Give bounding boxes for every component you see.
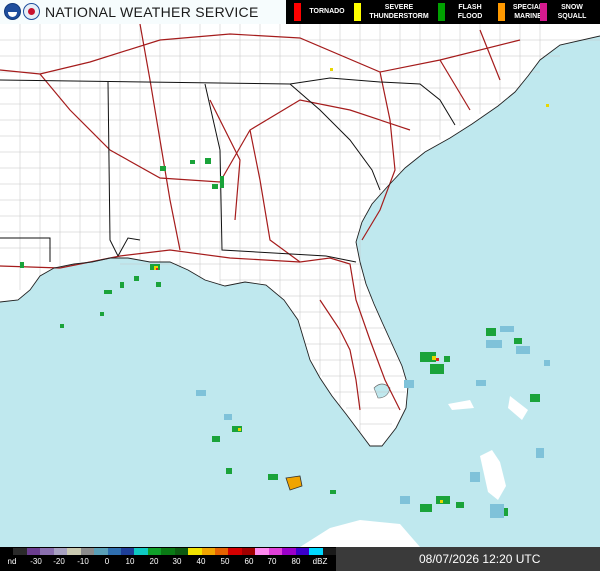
colorbar-swatch — [134, 548, 148, 555]
footer-bar: nd -30 -20 -10 0 10 20 30 40 50 60 70 80 dBZ 08/07/20… — [0, 547, 600, 571]
agency-logos[interactable] — [4, 3, 40, 21]
legend-label: SEVERE THUNDERSTORM — [369, 4, 429, 20]
base-map — [0, 23, 600, 547]
colorbar-swatch — [188, 548, 202, 555]
bahamas-land-2 — [508, 396, 528, 420]
colorbar-swatch — [0, 548, 14, 555]
colorbar-swatch — [241, 548, 256, 555]
colorbar-swatch — [268, 548, 283, 555]
colorbar-tick-label: 10 — [125, 557, 135, 566]
colorbar-swatch — [53, 548, 68, 555]
legend-item-flash-flood: FLASH FLOOD — [438, 2, 498, 22]
radar-map[interactable]: NATIONAL WEATHER SERVICE TORNADO SEVERE … — [0, 0, 600, 547]
legend-swatch — [540, 3, 547, 21]
legend-item-snow-squall: SNOW SQUALL — [540, 2, 596, 22]
colorbar-swatch — [26, 548, 41, 555]
bahamas-land — [480, 450, 506, 500]
colorbar-tick-label: -20 — [53, 557, 65, 566]
legend-item-tornado: TORNADO — [294, 2, 354, 22]
colorbar-swatch — [120, 548, 135, 555]
colorbar-swatch — [40, 548, 54, 555]
colorbar-swatch — [80, 548, 95, 555]
legend-item-severe-thunderstorm: SEVERE THUNDERSTORM — [354, 2, 438, 22]
colorbar-swatch — [67, 548, 81, 555]
noaa-logo-icon[interactable] — [4, 3, 21, 20]
colorbar-tick-label: 0 — [104, 557, 110, 566]
legend-label: TORNADO — [309, 8, 345, 15]
colorbar-tick-label: dBZ — [312, 557, 328, 566]
warnings-legend: TORNADO SEVERE THUNDERSTORM FLASH FLOOD … — [286, 0, 600, 24]
nws-logo-icon[interactable] — [23, 3, 40, 20]
colorbar-swatch — [255, 548, 269, 555]
colorbar-swatch — [147, 548, 162, 555]
colorbar-swatch — [107, 548, 121, 555]
legend-label: FLASH FLOOD — [457, 4, 483, 20]
colorbar-strip — [0, 548, 336, 555]
colorbar-swatch — [295, 548, 310, 555]
colorbar-tick-label: 80 — [291, 557, 301, 566]
colorbar-tick-label: nd — [7, 557, 17, 566]
colorbar-swatch — [322, 548, 336, 555]
header-bar: NATIONAL WEATHER SERVICE TORNADO SEVERE … — [0, 0, 600, 24]
colorbar-tick-label: -10 — [77, 557, 89, 566]
colorbar-tick-label: 20 — [149, 557, 159, 566]
colorbar-tick-label: 60 — [244, 557, 254, 566]
colorbar-tick-label: 30 — [172, 557, 182, 566]
bahamas-land-3 — [448, 400, 474, 410]
legend-label: SNOW SQUALL — [557, 4, 587, 20]
colorbar-swatch — [13, 548, 27, 555]
service-title: NATIONAL WEATHER SERVICE — [45, 4, 259, 20]
colorbar-swatch — [161, 548, 175, 555]
colorbar-tick-label: 70 — [267, 557, 277, 566]
colorbar-tick-label: 50 — [220, 557, 230, 566]
colorbar-swatch — [309, 548, 323, 555]
colorbar-tick-label: 40 — [196, 557, 206, 566]
colorbar-swatch — [201, 548, 215, 555]
colorbar-tick-label: -30 — [30, 557, 42, 566]
colorbar-swatch — [94, 548, 108, 555]
colorbar-swatch — [228, 548, 242, 555]
colorbar-swatch — [282, 548, 296, 555]
colorbar-swatch — [174, 548, 189, 555]
special-marine-warning — [285, 475, 303, 491]
colorbar-swatch — [215, 548, 229, 555]
timestamp: 08/07/2026 12:20 UTC — [419, 552, 541, 566]
colorbar-labels: nd -30 -20 -10 0 10 20 30 40 50 60 70 80 dBZ — [0, 557, 336, 569]
cuba-land — [300, 520, 420, 547]
reflectivity-colorbar: nd -30 -20 -10 0 10 20 30 40 50 60 70 80 dBZ — [0, 547, 336, 571]
